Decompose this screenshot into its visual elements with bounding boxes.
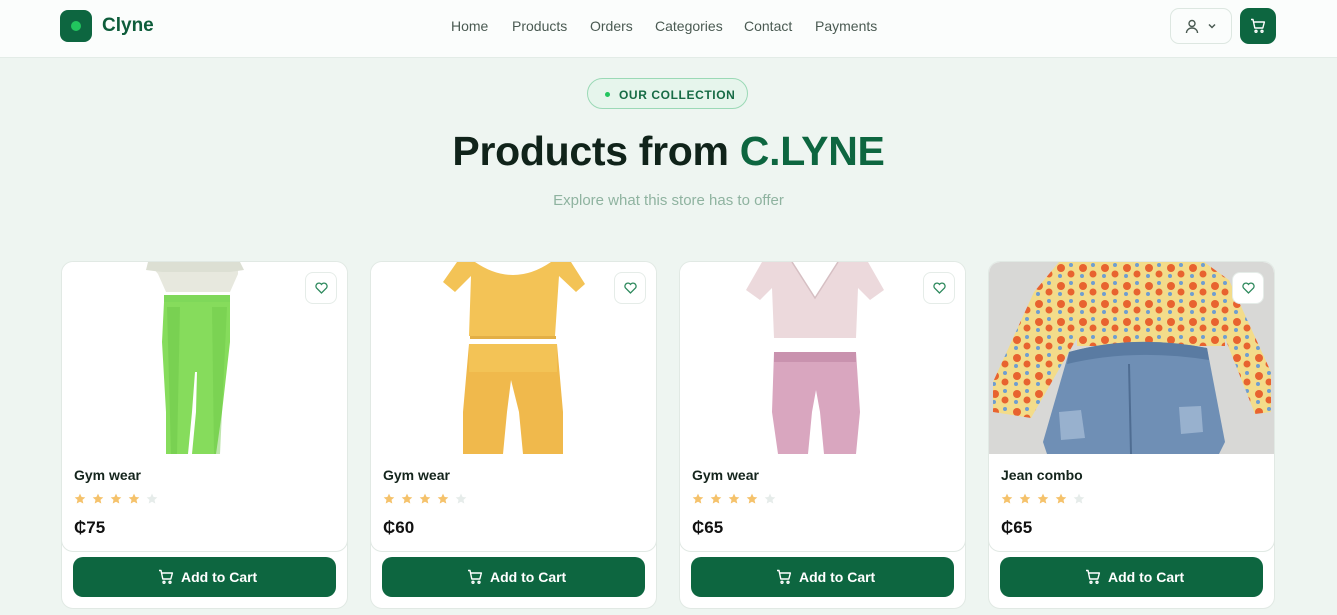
page-title-main: Products from [452, 128, 729, 174]
heart-icon [315, 282, 328, 294]
logo-icon[interactable] [60, 10, 92, 42]
product-price: ₵75 [74, 518, 106, 537]
product-name[interactable]: Gym wear [692, 467, 759, 483]
add-to-cart-label: Add to Cart [1108, 569, 1185, 585]
collection-badge: OUR COLLECTION [587, 78, 748, 109]
cart-icon [777, 569, 792, 585]
cart-icon [1086, 569, 1101, 585]
favorite-button[interactable] [1232, 272, 1264, 304]
heart-icon [933, 282, 946, 294]
nav-orders[interactable]: Orders [590, 18, 633, 34]
add-to-cart-label: Add to Cart [799, 569, 876, 585]
product-card[interactable]: Gym wear ₵75 Add to Cart [61, 261, 348, 609]
heart-icon [1242, 282, 1255, 294]
nav-payments[interactable]: Payments [815, 18, 877, 34]
user-icon [1185, 19, 1199, 34]
product-card[interactable]: Jean combo ₵65 Add to Cart [988, 261, 1275, 609]
heart-icon [624, 282, 637, 294]
product-name[interactable]: Gym wear [74, 467, 141, 483]
page-subtitle: Explore what this store has to offer [553, 192, 784, 209]
page-title-accent: C.LYNE [739, 128, 885, 174]
collection-badge-label: OUR COLLECTION [619, 88, 736, 102]
nav-contact[interactable]: Contact [744, 18, 792, 34]
nav-products[interactable]: Products [512, 18, 567, 34]
add-to-cart-button[interactable]: Add to Cart [73, 557, 336, 597]
cart-icon [1251, 18, 1266, 34]
product-card[interactable]: Gym wear ₵65 Add to Cart [679, 261, 966, 609]
product-price: ₵65 [1001, 518, 1033, 537]
cart-icon [468, 569, 483, 585]
user-menu-button[interactable] [1170, 8, 1232, 44]
product-price: ₵65 [692, 518, 724, 537]
add-to-cart-button[interactable]: Add to Cart [1000, 557, 1263, 597]
add-to-cart-label: Add to Cart [490, 569, 567, 585]
favorite-button[interactable] [614, 272, 646, 304]
add-to-cart-button[interactable]: Add to Cart [691, 557, 954, 597]
product-price: ₵60 [383, 518, 415, 537]
favorite-button[interactable] [923, 272, 955, 304]
add-to-cart-label: Add to Cart [181, 569, 258, 585]
nav-categories[interactable]: Categories [655, 18, 723, 34]
product-name[interactable]: Gym wear [383, 467, 450, 483]
cart-icon [159, 569, 174, 585]
add-to-cart-button[interactable]: Add to Cart [382, 557, 645, 597]
nav-home[interactable]: Home [451, 18, 488, 34]
product-name[interactable]: Jean combo [1001, 467, 1083, 483]
top-navbar: Clyne Home Products Orders Categories Co… [0, 0, 1337, 58]
favorite-button[interactable] [305, 272, 337, 304]
cart-button[interactable] [1240, 8, 1276, 44]
product-card[interactable]: Gym wear ₵60 Add to Cart [370, 261, 657, 609]
page-title: Products from C.LYNE [0, 128, 1337, 175]
chevron-down-icon [1208, 23, 1216, 29]
brand-name[interactable]: Clyne [102, 15, 154, 37]
